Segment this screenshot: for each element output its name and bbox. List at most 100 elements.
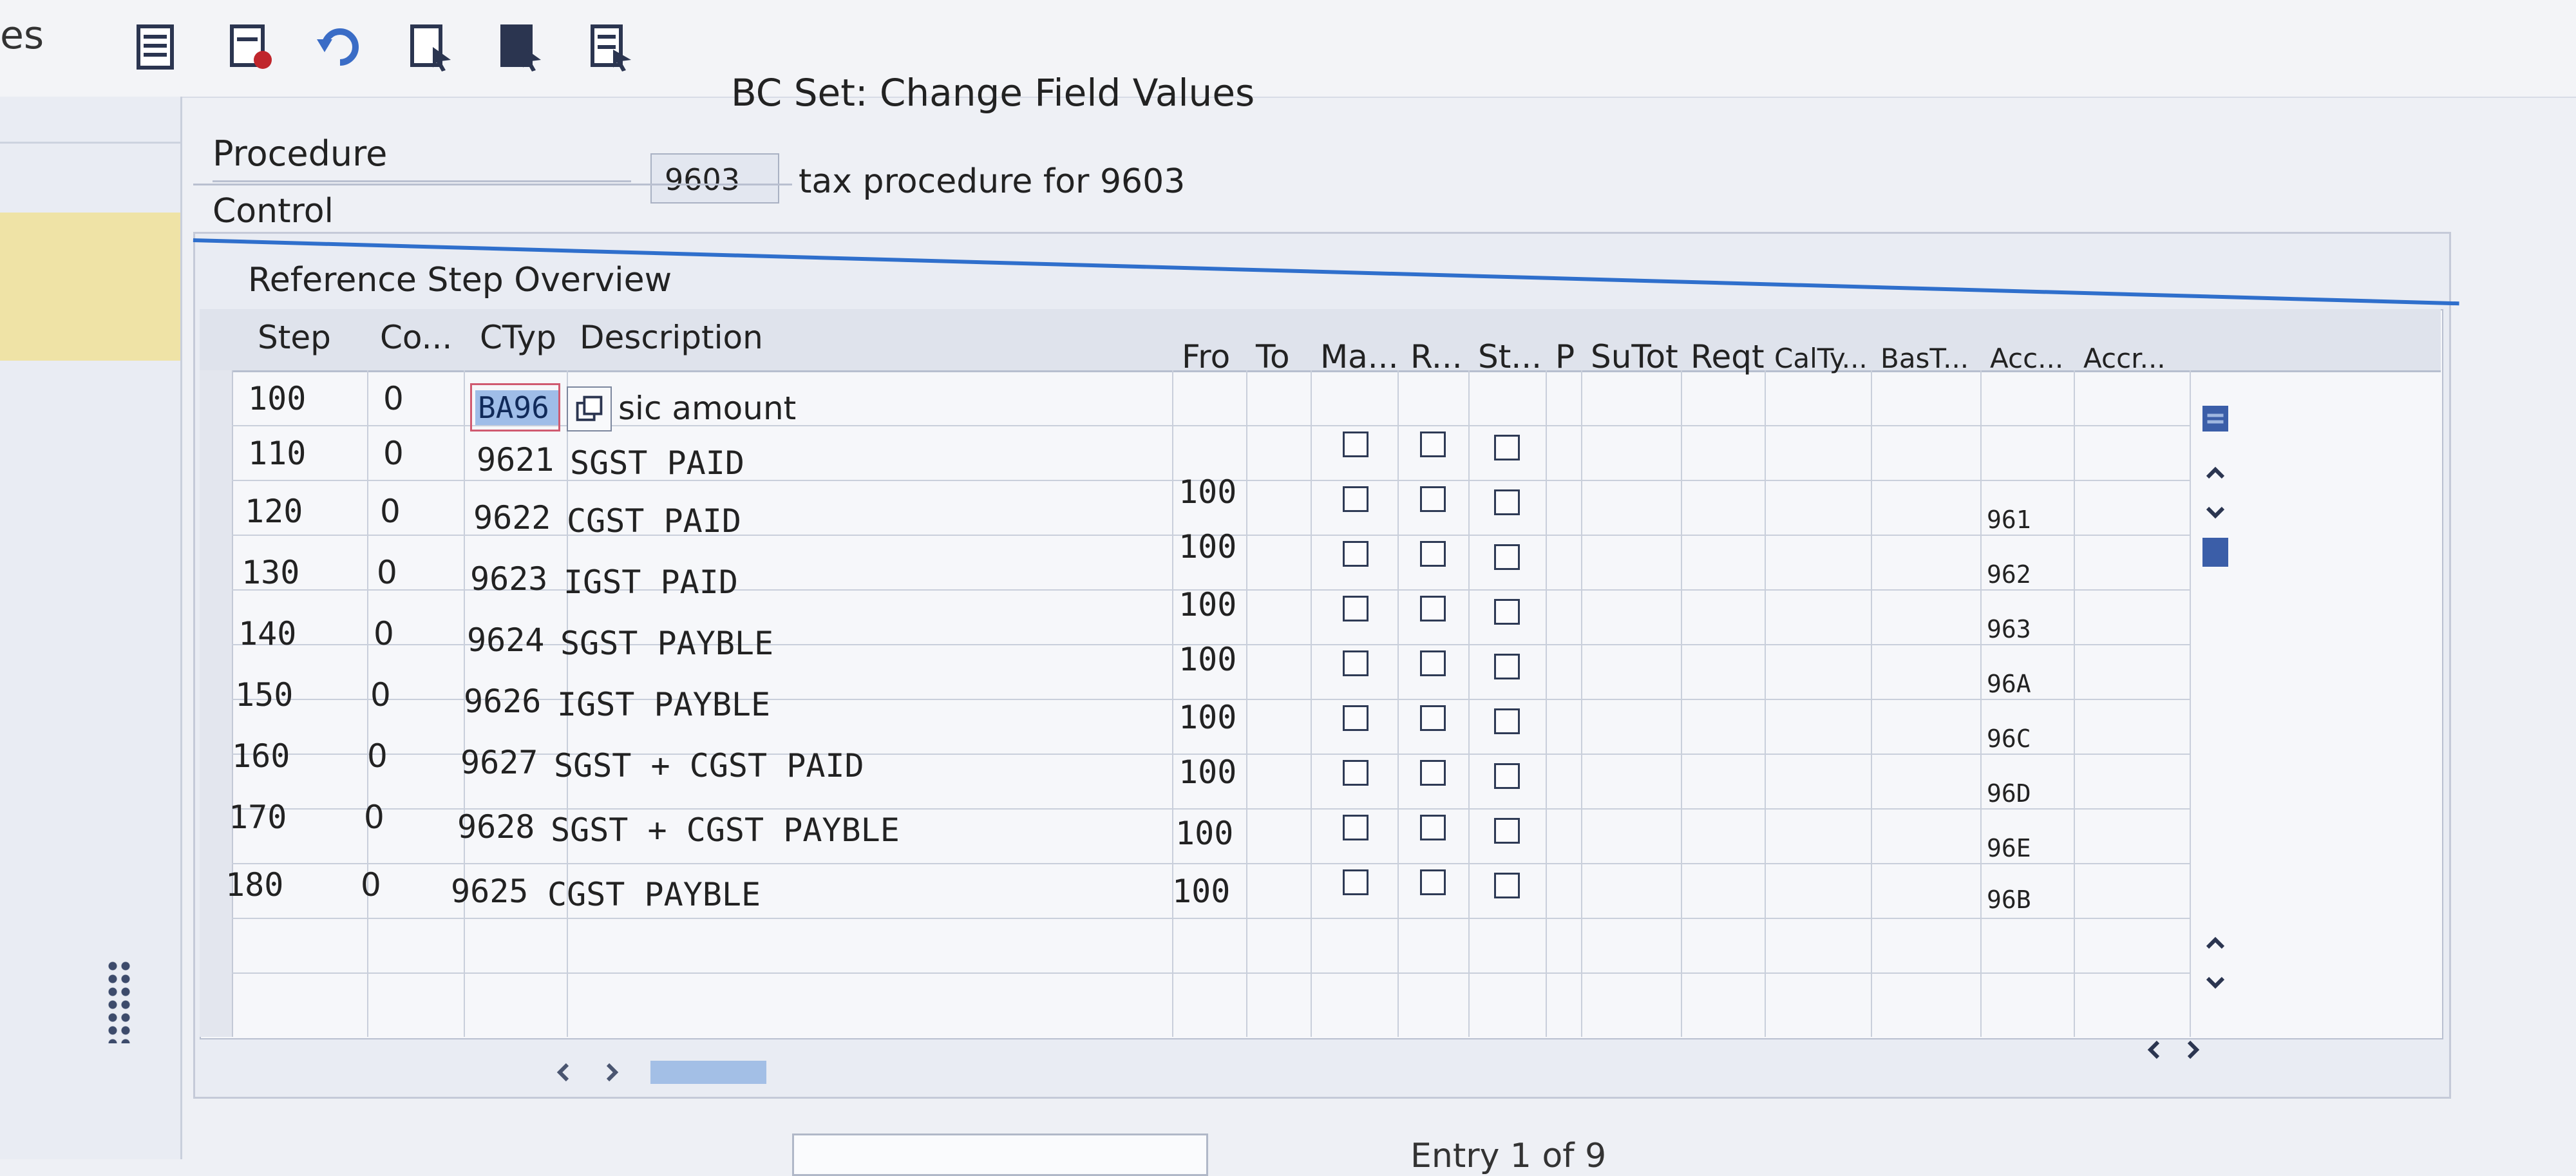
checkbox-manual[interactable]	[1343, 432, 1368, 457]
col-header-accr[interactable]: Accr...	[2083, 343, 2166, 374]
checkbox-statistical[interactable]	[1494, 435, 1520, 460]
col-header-ctyp[interactable]: CTyp	[480, 319, 556, 356]
scroll-thumb[interactable]	[650, 1061, 766, 1084]
row-selector-column[interactable]	[200, 370, 233, 1037]
value-help-icon[interactable]	[567, 386, 612, 432]
cell-account-key[interactable]: 96C	[1987, 725, 2031, 753]
col-header-reqt[interactable]: Reqt	[1690, 338, 1765, 375]
cell-ctyp[interactable]: 9628	[457, 808, 535, 846]
cell-from[interactable]: 100	[1175, 815, 1233, 852]
cell-step[interactable]: 130	[242, 554, 299, 591]
cell-counter[interactable]: 0	[370, 676, 391, 714]
cell-step[interactable]: 120	[245, 493, 303, 530]
position-button[interactable]	[792, 1133, 1208, 1176]
vertical-scrollbar[interactable]	[2193, 399, 2238, 1043]
cell-step[interactable]: 110	[248, 435, 306, 472]
cell-account-key[interactable]: 96D	[1987, 779, 2031, 808]
checkbox-statistical[interactable]	[1494, 654, 1520, 679]
col-header-p[interactable]: P	[1555, 338, 1575, 375]
chevron-up-icon[interactable]	[2193, 924, 2238, 963]
chevron-up-icon[interactable]	[2193, 454, 2238, 493]
cell-description[interactable]: SGST + CGST PAID	[554, 747, 864, 784]
cell-description[interactable]: IGST PAID	[564, 564, 738, 601]
cell-ctyp[interactable]: 9624	[467, 621, 544, 659]
checkbox-required[interactable]	[1420, 815, 1446, 840]
table-settings-icon[interactable]	[2193, 399, 2238, 438]
cell-account-key[interactable]: 962	[1987, 560, 2031, 589]
cell-from[interactable]: 100	[1179, 528, 1236, 565]
checkbox-statistical[interactable]	[1494, 544, 1520, 570]
col-header-r[interactable]: R...	[1410, 338, 1463, 375]
checkbox-statistical[interactable]	[1494, 489, 1520, 515]
checkbox-manual[interactable]	[1343, 869, 1368, 895]
checkbox-statistical[interactable]	[1494, 599, 1520, 625]
col-header-co[interactable]: Co...	[380, 319, 452, 356]
cell-description[interactable]: SGST + CGST PAYBLE	[551, 811, 900, 849]
col-header-acc[interactable]: Acc...	[1990, 343, 2063, 374]
cell-ctyp-text[interactable]: BA96	[475, 390, 558, 425]
cell-ctyp[interactable]: 9621	[477, 441, 554, 479]
cell-ctyp[interactable]: 9627	[460, 744, 538, 781]
tab-control[interactable]: Control	[193, 184, 792, 237]
cell-from[interactable]: 100	[1179, 754, 1236, 791]
cell-counter[interactable]: 0	[367, 737, 388, 775]
checkbox-statistical[interactable]	[1494, 873, 1520, 898]
cell-counter[interactable]: 0	[364, 799, 384, 836]
checkbox-required[interactable]	[1420, 760, 1446, 786]
chevron-right-icon[interactable]	[596, 1053, 628, 1092]
cell-description[interactable]: IGST PAYBLE	[557, 686, 770, 723]
chevron-down-icon[interactable]	[2193, 963, 2238, 1001]
col-header-fro[interactable]: Fro	[1182, 338, 1230, 375]
checkbox-required[interactable]	[1420, 432, 1446, 457]
cell-step[interactable]: 140	[238, 615, 296, 652]
select-all-icon[interactable]	[399, 16, 460, 77]
cell-description[interactable]: SGST PAYBLE	[560, 625, 773, 662]
checkbox-required[interactable]	[1420, 650, 1446, 676]
checkbox-manual[interactable]	[1343, 650, 1368, 676]
checkbox-manual[interactable]	[1343, 541, 1368, 567]
checkbox-required[interactable]	[1420, 596, 1446, 621]
chevron-right-icon[interactable]	[2177, 1030, 2209, 1069]
col-header-sutot[interactable]: SuTot	[1591, 338, 1678, 375]
checkbox-required[interactable]	[1420, 541, 1446, 567]
cell-account-key[interactable]: 961	[1987, 506, 2031, 534]
chevron-down-icon[interactable]	[2193, 493, 2238, 531]
cell-counter[interactable]: 0	[383, 435, 404, 472]
checkbox-manual[interactable]	[1343, 815, 1368, 840]
horizontal-scrollbar-right[interactable]	[2138, 1030, 2215, 1069]
col-header-step[interactable]: Step	[258, 319, 331, 356]
cell-from[interactable]: 100	[1179, 473, 1236, 511]
horizontal-scrollbar[interactable]	[547, 1053, 773, 1092]
cell-account-key[interactable]: 96A	[1987, 670, 2031, 698]
checkbox-manual[interactable]	[1343, 705, 1368, 731]
cell-ctyp[interactable]: 9625	[451, 873, 528, 910]
cell-description[interactable]: CGST PAID	[567, 502, 741, 540]
checkbox-manual[interactable]	[1343, 596, 1368, 621]
col-header-st[interactable]: St...	[1478, 338, 1542, 375]
cell-step[interactable]: 160	[232, 737, 290, 775]
checkbox-required[interactable]	[1420, 869, 1446, 895]
cell-step[interactable]: 100	[248, 380, 306, 417]
col-header-ma[interactable]: Ma...	[1320, 338, 1398, 375]
chevron-left-icon[interactable]	[547, 1053, 580, 1092]
cell-counter[interactable]: 0	[383, 380, 404, 417]
cell-account-key[interactable]: 963	[1987, 615, 2031, 643]
checkbox-statistical[interactable]	[1494, 818, 1520, 844]
selected-nav-item[interactable]	[0, 213, 180, 361]
chevron-left-icon[interactable]	[2138, 1030, 2170, 1069]
scroll-thumb[interactable]	[2202, 538, 2228, 567]
checkbox-required[interactable]	[1420, 486, 1446, 512]
checkbox-manual[interactable]	[1343, 486, 1368, 512]
table-view-icon[interactable]	[126, 16, 187, 77]
select-block-icon[interactable]	[489, 16, 551, 77]
cell-ctyp[interactable]: 9623	[470, 560, 547, 598]
col-header-bast[interactable]: BasT...	[1880, 343, 1969, 374]
cell-ctyp[interactable]: 9622	[473, 499, 551, 536]
cell-from[interactable]: 100	[1172, 873, 1230, 910]
left-navigation-panel[interactable]	[0, 97, 182, 1159]
checkbox-statistical[interactable]	[1494, 708, 1520, 734]
cell-from[interactable]: 100	[1179, 586, 1236, 623]
cell-step[interactable]: 150	[235, 676, 293, 714]
cell-counter[interactable]: 0	[374, 615, 394, 652]
col-header-to[interactable]: To	[1256, 338, 1290, 375]
